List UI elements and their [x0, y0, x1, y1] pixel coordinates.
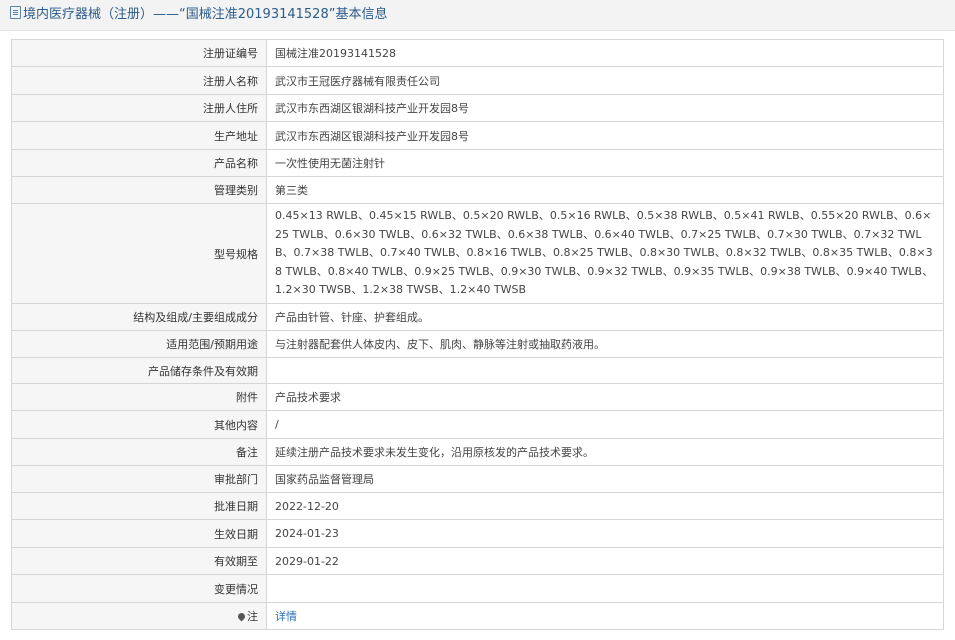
row-value: 延续注册产品技术要求未发生变化，沿用原核发的产品技术要求。 [266, 438, 944, 466]
row-value: 产品由针管、针座、护套组成。 [266, 303, 944, 331]
document-icon [10, 6, 21, 19]
row-label: 注册人名称 [11, 66, 267, 95]
row-label: 注册证编号 [11, 39, 267, 67]
row-label: 批准日期 [11, 492, 267, 520]
row-label: 生效日期 [11, 519, 267, 548]
row-value: 2029-01-22 [266, 547, 944, 575]
table-row: 适用范围/预期用途 与注射器配套供人体皮内、皮下、肌肉、静脉等注射或抽取药液用。 [11, 330, 944, 358]
row-label-note: 注 [11, 602, 267, 630]
table-row: 生效日期 2024-01-23 [11, 519, 944, 548]
row-value: 详情 [266, 602, 944, 630]
table-row: 结构及组成/主要组成成分 产品由针管、针座、护套组成。 [11, 303, 944, 331]
page-header: 境内医疗器械（注册）——“国械注准20193141528”基本信息 [0, 0, 955, 31]
row-value [266, 574, 944, 603]
table-row: 有效期至 2029-01-22 [11, 547, 944, 575]
row-value: 国家药品监督管理局 [266, 465, 944, 493]
table-row: 注册人住所 武汉市东西湖区银湖科技产业开发园8号 [11, 94, 944, 122]
table-row: 批准日期 2022-12-20 [11, 492, 944, 520]
table-row: 注 详情 [11, 602, 944, 630]
table-row: 附件 产品技术要求 [11, 383, 944, 411]
row-value: 武汉市王冠医疗器械有限责任公司 [266, 66, 944, 95]
row-label: 生产地址 [11, 121, 267, 150]
row-value: 2024-01-23 [266, 519, 944, 548]
table-row: 变更情况 [11, 574, 944, 603]
row-label: 型号规格 [11, 203, 267, 304]
row-label: 备注 [11, 438, 267, 466]
row-value: 与注射器配套供人体皮内、皮下、肌肉、静脉等注射或抽取药液用。 [266, 330, 944, 358]
table-row: 注册证编号 国械注准20193141528 [11, 39, 944, 67]
row-label: 有效期至 [11, 547, 267, 575]
row-label: 附件 [11, 383, 267, 411]
table-row: 审批部门 国家药品监督管理局 [11, 465, 944, 493]
table-row: 备注 延续注册产品技术要求未发生变化，沿用原核发的产品技术要求。 [11, 438, 944, 466]
detail-table-container: 注册证编号 国械注准20193141528 注册人名称 武汉市王冠医疗器械有限责… [0, 31, 955, 630]
row-label: 适用范围/预期用途 [11, 330, 267, 358]
row-label: 产品名称 [11, 149, 267, 177]
row-label: 其他内容 [11, 410, 267, 439]
table-row: 其他内容 / [11, 410, 944, 439]
row-value: 2022-12-20 [266, 492, 944, 520]
row-label: 审批部门 [11, 465, 267, 493]
map-pin-icon [236, 611, 247, 622]
row-value: 武汉市东西湖区银湖科技产业开发园8号 [266, 121, 944, 150]
row-value [266, 357, 944, 384]
row-value: 武汉市东西湖区银湖科技产业开发园8号 [266, 94, 944, 122]
detail-table: 注册证编号 国械注准20193141528 注册人名称 武汉市王冠医疗器械有限责… [11, 39, 944, 630]
table-row: 产品名称 一次性使用无菌注射针 [11, 149, 944, 177]
table-row: 管理类别 第三类 [11, 176, 944, 204]
table-row: 注册人名称 武汉市王冠医疗器械有限责任公司 [11, 66, 944, 95]
row-value: 第三类 [266, 176, 944, 204]
row-value: / [266, 410, 944, 439]
page-title: 境内医疗器械（注册）——“国械注准20193141528”基本信息 [23, 7, 388, 22]
row-label: 变更情况 [11, 574, 267, 603]
row-value: 0.45×13 RWLB、0.45×15 RWLB、0.5×20 RWLB、0.… [266, 203, 944, 304]
table-row: 产品储存条件及有效期 [11, 357, 944, 384]
row-value: 一次性使用无菌注射针 [266, 149, 944, 177]
row-value: 国械注准20193141528 [266, 39, 944, 67]
row-value: 产品技术要求 [266, 383, 944, 411]
row-label: 注册人住所 [11, 94, 267, 122]
note-label: 注 [247, 610, 258, 623]
details-link[interactable]: 详情 [275, 610, 297, 623]
row-label: 管理类别 [11, 176, 267, 204]
table-row: 生产地址 武汉市东西湖区银湖科技产业开发园8号 [11, 121, 944, 150]
row-label: 产品储存条件及有效期 [11, 357, 267, 384]
table-row: 型号规格 0.45×13 RWLB、0.45×15 RWLB、0.5×20 RW… [11, 203, 944, 304]
row-label: 结构及组成/主要组成成分 [11, 303, 267, 331]
